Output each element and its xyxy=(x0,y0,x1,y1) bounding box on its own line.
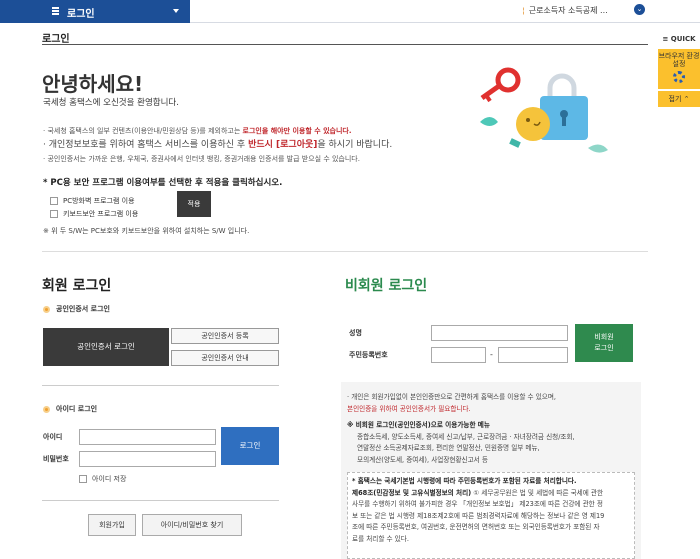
firewall-option[interactable]: PC방화벽 프로그램 이용 xyxy=(50,196,135,206)
note-2: · 개인정보보호를 위하여 홈택스 서비스를 이용하신 후 반드시 [로그아웃]… xyxy=(43,140,393,150)
member-login-heading: 회원 로그인 xyxy=(42,278,112,294)
name-label: 성명 xyxy=(349,329,362,337)
nonmember-menu-info: ※ 비회원 로그인(공인인증서)으로 이용가능한 메뉴 종합소득세, 양도소득세… xyxy=(347,421,575,464)
id-label: 아이디 xyxy=(43,433,63,441)
quick-panel: ≡ QUICK 브라우저 환경설정 접기 ⌃ xyxy=(658,35,700,107)
smiley-icon xyxy=(516,107,550,141)
member-divider xyxy=(42,385,279,386)
rrn-notice-text: * 홈택스는 국세기본법 시행령에 따라 주민등록번호가 포함된 자료를 처리합… xyxy=(352,477,605,543)
menu-icon xyxy=(52,7,59,15)
cert-section-label: 공인인증서 로그인 xyxy=(43,304,110,314)
id-input[interactable] xyxy=(79,429,216,445)
member-bottom-divider xyxy=(42,500,279,501)
keyboard-security-checkbox[interactable] xyxy=(50,210,58,218)
quick-header: ≡ QUICK xyxy=(662,35,696,43)
cert-guide-button[interactable]: 공인인증서 안내 xyxy=(171,350,279,366)
apply-button[interactable]: 적용 xyxy=(177,191,211,217)
shortcut-dropdown-label: 근로소득자 소득공제 ... xyxy=(528,6,608,15)
cert-login-button[interactable]: 공인인증서 로그인 xyxy=(43,328,169,366)
login-notes: · 국세청 홈택스의 일부 컨텐츠(이용안내/민원상담 등)를 제외하고는 로그… xyxy=(43,124,483,166)
cert-register-button[interactable]: 공인인증서 등록 xyxy=(171,328,279,344)
nav-menu-dropdown[interactable]: 로그인 xyxy=(0,0,190,23)
note-1: · 국세청 홈택스의 일부 컨텐츠(이용안내/민원상담 등)를 제외하고는 로그… xyxy=(43,127,352,135)
password-input[interactable] xyxy=(79,451,216,467)
join-button[interactable]: 회원가입 xyxy=(88,514,136,536)
confetti-icon xyxy=(509,138,521,148)
chevron-down-icon[interactable]: ⌄ xyxy=(634,4,645,15)
leaf-icon xyxy=(480,117,498,126)
firewall-label: PC방화벽 프로그램 이용 xyxy=(63,197,135,205)
caret-down-icon xyxy=(173,9,179,13)
id-section-label: 아이디 로그인 xyxy=(43,404,97,414)
find-id-password-button[interactable]: 아이디/비밀번호 찾기 xyxy=(142,514,242,536)
title-divider xyxy=(42,44,648,45)
browser-settings-button[interactable]: 브라우저 환경설정 xyxy=(658,49,700,89)
nav-title: 로그인 xyxy=(67,9,95,20)
firewall-checkbox[interactable] xyxy=(50,197,58,205)
nonmember-login-heading: 비회원 로그인 xyxy=(345,278,428,294)
shortcut-dropdown[interactable]: ¦ 근로소득자 소득공제 ... ⌄ xyxy=(522,4,645,16)
quick-collapse-button[interactable]: 접기 ⌃ xyxy=(658,91,700,107)
leaf-icon xyxy=(588,144,608,153)
rrn-front-input[interactable] xyxy=(431,347,486,363)
browser-settings-label: 브라우저 환경설정 xyxy=(658,52,700,68)
name-input[interactable] xyxy=(431,325,568,341)
password-label: 비밀번호 xyxy=(43,455,69,463)
note-3: · 공인인증서는 가까운 은행, 우체국, 증권사에서 인터넷 뱅킹, 증권거래… xyxy=(43,155,360,163)
bullet-icon xyxy=(43,305,50,313)
greeting-heading: 안녕하세요! xyxy=(42,72,144,96)
red-key-icon xyxy=(480,67,521,103)
nonmember-info-1: · 개인은 회원가입없이 본인인증만으로 간편하게 홈택스를 이용할 수 있으며… xyxy=(347,393,557,413)
id-login-button[interactable]: 로그인 xyxy=(221,427,279,465)
gear-icon xyxy=(673,71,685,83)
nonmember-login-button[interactable]: 비회원 로그인 xyxy=(575,324,633,362)
pc-security-note: ※ 위 두 S/W는 PC보호와 키보드보안을 위하여 설치하는 S/W 입니다… xyxy=(43,227,250,235)
marker-icon: ¦ xyxy=(522,6,525,15)
section-divider xyxy=(42,251,648,252)
save-id-checkbox[interactable] xyxy=(79,475,87,483)
keyboard-security-option[interactable]: 키보드보안 프로그램 이용 xyxy=(50,209,138,219)
save-id-option[interactable]: 아이디 저장 xyxy=(79,474,126,484)
welcome-text: 국세청 홈택스에 오신것을 환영합니다. xyxy=(43,98,179,108)
rrn-dash: - xyxy=(490,350,493,359)
save-id-label: 아이디 저장 xyxy=(92,475,127,483)
bullet-icon xyxy=(43,405,50,413)
page-title: 로그인 xyxy=(42,34,70,45)
rrn-label: 주민등록번호 xyxy=(349,351,388,359)
security-illustration xyxy=(480,67,608,153)
keyboard-security-label: 키보드보안 프로그램 이용 xyxy=(63,210,139,218)
pc-security-title: * PC용 보안 프로그램 이용여부를 선택한 후 적용을 클릭하십시오. xyxy=(43,178,283,188)
top-bar: 로그인 ¦ 근로소득자 소득공제 ... ⌄ xyxy=(0,0,700,23)
rrn-back-input[interactable] xyxy=(498,347,568,363)
